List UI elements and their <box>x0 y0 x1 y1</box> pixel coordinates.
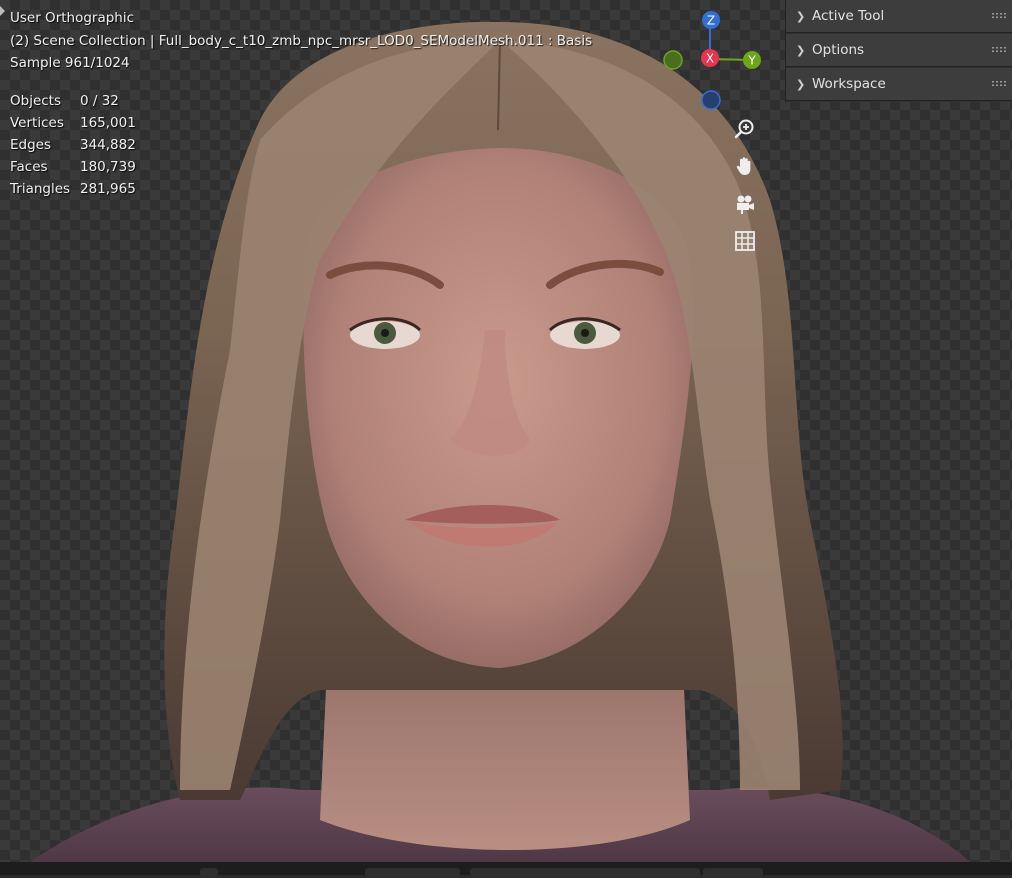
bottom-timeline-bar <box>0 862 1012 878</box>
sidebar-panel: ❯ Active Tool ❯ Options ❯ Workspace <box>785 0 1012 102</box>
rendered-character <box>30 21 970 862</box>
stat-label: Objects <box>10 93 62 109</box>
view-name: User Orthographic <box>10 10 135 26</box>
timeline-control[interactable] <box>470 868 700 878</box>
stat-row: Objects 0 / 32 <box>10 90 136 112</box>
chevron-right-icon: ❯ <box>796 77 806 91</box>
drag-grip-icon[interactable] <box>991 80 1007 87</box>
timeline-control[interactable] <box>365 868 460 878</box>
collection-info: (2) Scene Collection | Full_body_c_t10_z… <box>10 33 593 49</box>
grid-icon <box>735 231 755 251</box>
stat-row: Edges 344,882 <box>10 134 136 156</box>
zoom-icon <box>734 119 754 139</box>
stat-label: Vertices <box>10 115 64 131</box>
gizmo-y-label: Y <box>747 54 756 68</box>
stat-value: 344,882 <box>80 137 136 153</box>
stat-value: 281,965 <box>80 181 136 197</box>
pan-hand-icon <box>736 157 751 175</box>
gizmo-neg-y-axis[interactable] <box>663 50 683 70</box>
panel-label: Workspace <box>812 76 886 92</box>
3d-viewport[interactable]: User Orthographic (2) Scene Collection |… <box>0 0 1012 862</box>
stat-row: Vertices 165,001 <box>10 112 136 134</box>
panel-options[interactable]: ❯ Options <box>786 34 1012 67</box>
panel-label: Active Tool <box>812 8 885 24</box>
stat-label: Triangles <box>10 181 71 197</box>
stat-row: Triangles 281,965 <box>10 178 136 200</box>
panel-active-tool[interactable]: ❯ Active Tool <box>786 0 1012 33</box>
stat-value: 165,001 <box>80 115 136 131</box>
zoom-button[interactable] <box>731 115 759 143</box>
navigation-gizmo[interactable]: Z Y X <box>655 5 775 115</box>
timeline-control[interactable] <box>703 868 763 878</box>
scene-statistics: Objects 0 / 32 Vertices 165,001 Edges 34… <box>10 90 136 200</box>
drag-grip-icon[interactable] <box>991 46 1007 53</box>
toggle-perspective-button[interactable] <box>731 227 759 255</box>
chevron-right-icon: ❯ <box>796 9 806 23</box>
gizmo-x-label: X <box>706 52 714 66</box>
camera-icon <box>737 195 754 214</box>
timeline-control[interactable] <box>200 868 218 878</box>
stat-label: Faces <box>10 159 48 175</box>
chevron-right-icon: ❯ <box>796 43 806 57</box>
stat-row: Faces 180,739 <box>10 156 136 178</box>
gizmo-z-label: Z <box>707 14 715 28</box>
render-sample-count: Sample 961/1024 <box>10 55 130 71</box>
panel-label: Options <box>812 42 865 58</box>
stat-label: Edges <box>10 137 52 153</box>
camera-view-button[interactable] <box>731 190 759 218</box>
stat-value: 0 / 32 <box>80 93 119 109</box>
toolbar-expand-arrow-icon[interactable] <box>0 6 5 16</box>
pan-button[interactable] <box>731 152 759 180</box>
panel-workspace[interactable]: ❯ Workspace <box>786 68 1012 101</box>
drag-grip-icon[interactable] <box>991 12 1007 19</box>
stat-value: 180,739 <box>80 159 136 175</box>
gizmo-neg-z-axis[interactable] <box>701 90 721 110</box>
